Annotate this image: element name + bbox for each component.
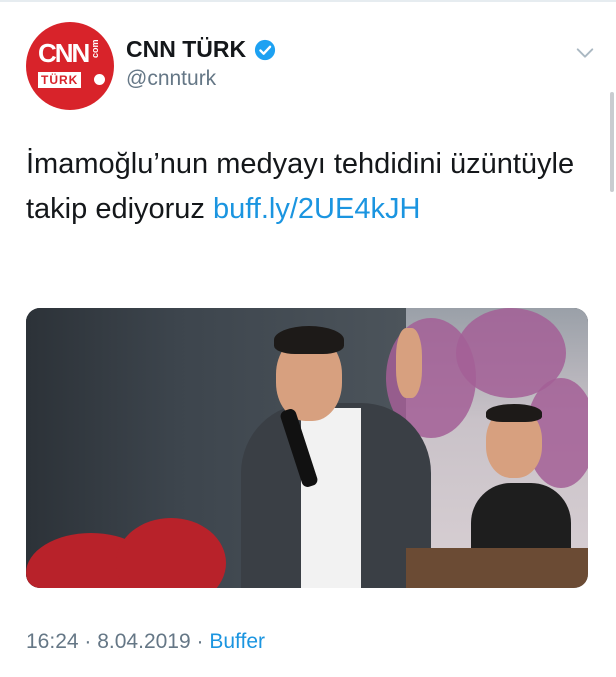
photo-podium: [406, 548, 588, 588]
avatar-logo-dot: [94, 74, 105, 85]
scrollbar[interactable]: [610, 92, 614, 192]
account-names: CNN TÜRK @cnnturk: [126, 36, 276, 91]
photo-speaker-raised-hand: [396, 328, 422, 398]
tweet-header: CNN com TÜRK CNN TÜRK @cnnturk: [26, 22, 596, 110]
avatar[interactable]: CNN com TÜRK: [26, 22, 114, 110]
tweet-text: İmamoğlu’nun medyayı tehdidini üzüntüyle…: [26, 142, 586, 232]
account-handle[interactable]: @cnnturk: [126, 67, 276, 91]
tweet-photo[interactable]: [26, 308, 588, 588]
display-name[interactable]: CNN TÜRK: [126, 36, 246, 63]
photo-speaker-shirt: [301, 408, 361, 588]
meta-separator: ·: [190, 630, 210, 653]
meta-separator: ·: [78, 630, 98, 653]
photo-speaker-hair: [274, 326, 344, 354]
tweet-time[interactable]: 16:24: [26, 630, 79, 653]
photo-hair-right: [486, 404, 542, 422]
avatar-logo-com: com: [90, 39, 100, 58]
avatar-logo-turk: TÜRK: [38, 72, 82, 88]
tweet-meta: 16:24 · 8.04.2019 · Buffer: [26, 630, 265, 654]
tweet-link[interactable]: buff.ly/2UE4kJH: [213, 193, 420, 225]
tweet-date[interactable]: 8.04.2019: [97, 630, 190, 653]
display-name-row: CNN TÜRK: [126, 36, 276, 63]
verified-badge-icon: [254, 39, 276, 61]
top-divider: [0, 0, 616, 2]
avatar-logo-cnn: CNN: [38, 38, 90, 68]
chevron-down-icon[interactable]: [574, 42, 596, 64]
tweet-source[interactable]: Buffer: [209, 630, 265, 653]
